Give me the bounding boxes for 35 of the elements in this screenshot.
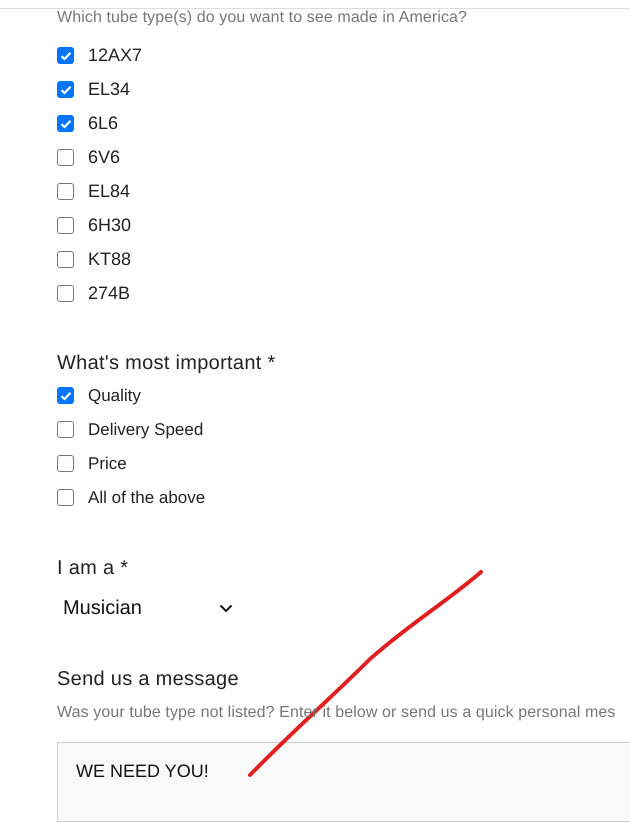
question-text: Which tube type(s) do you want to see made in America? xyxy=(57,9,468,27)
checkbox-label: Price xyxy=(88,454,127,474)
checkbox[interactable] xyxy=(57,47,74,64)
checkbox-label: Quality xyxy=(88,386,141,406)
section-heading: Send us a message xyxy=(57,668,240,691)
checkbox-label: Delivery Speed xyxy=(88,420,204,440)
checkbox[interactable] xyxy=(57,387,74,404)
checkmark-icon xyxy=(60,84,72,94)
section-heading: I am a * xyxy=(57,557,130,580)
checkbox-label: All of the above xyxy=(88,488,206,508)
message-field[interactable]: WE NEED YOU! xyxy=(57,742,630,822)
checkbox-label: EL34 xyxy=(88,79,130,100)
checkbox[interactable] xyxy=(57,149,74,166)
chevron-down-icon xyxy=(219,604,233,612)
checkbox-label: 274B xyxy=(88,283,130,304)
checkbox[interactable] xyxy=(57,115,74,132)
checkbox-label: 6L6 xyxy=(88,113,118,134)
role-dropdown[interactable]: Musician xyxy=(57,594,233,622)
section-heading: What's most important * xyxy=(57,352,277,375)
checkbox[interactable] xyxy=(57,217,74,234)
checkbox[interactable] xyxy=(57,489,74,506)
checkbox[interactable] xyxy=(57,81,74,98)
checkbox[interactable] xyxy=(57,285,74,302)
checkmark-icon xyxy=(60,50,72,60)
checkbox-label: 6H30 xyxy=(88,215,132,236)
checkbox[interactable] xyxy=(57,421,74,438)
checkbox[interactable] xyxy=(57,251,74,268)
checkbox-label: 12AX7 xyxy=(88,45,142,66)
checkbox-label: 6V6 xyxy=(88,147,120,168)
checkbox-label: KT88 xyxy=(88,249,132,270)
checkbox[interactable] xyxy=(57,183,74,200)
checkbox-label: EL84 xyxy=(88,181,130,202)
checkmark-icon xyxy=(60,118,72,128)
checkbox[interactable] xyxy=(57,455,74,472)
checkmark-icon xyxy=(60,390,72,400)
